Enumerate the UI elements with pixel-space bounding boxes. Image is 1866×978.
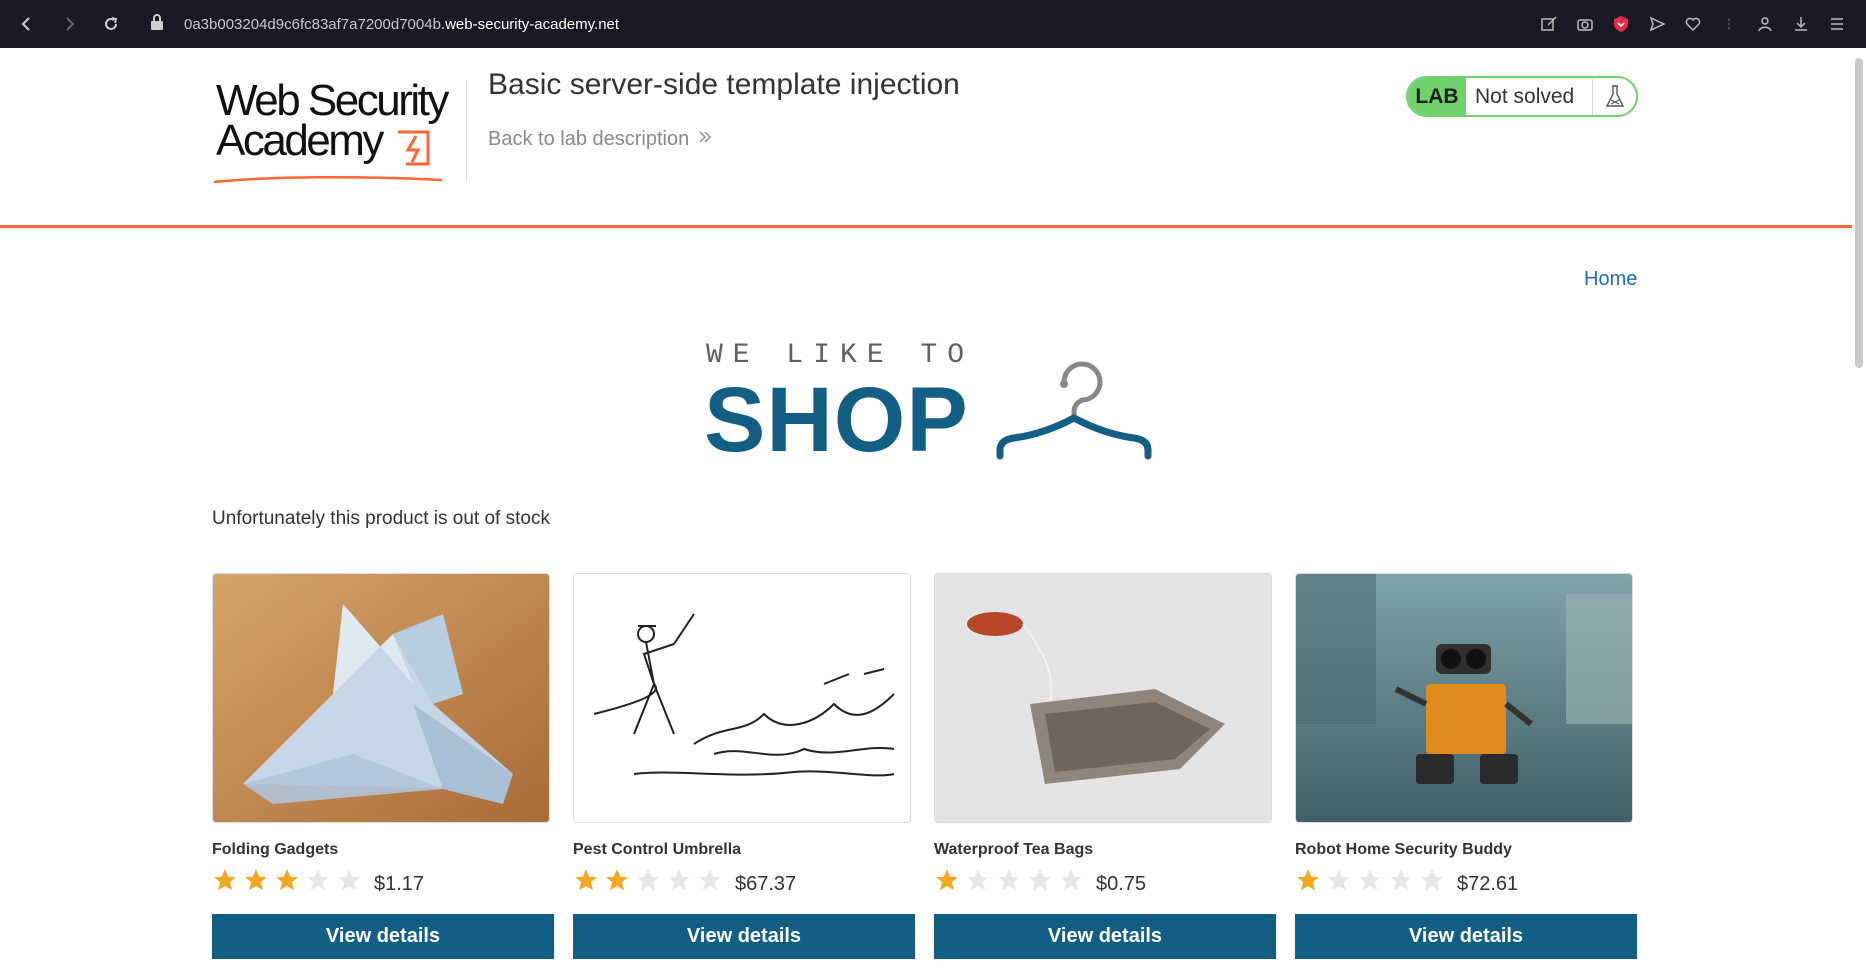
product-image[interactable] (934, 573, 1272, 823)
product-price: $1.17 (374, 872, 425, 895)
star-icon (276, 869, 298, 891)
star-icon (936, 869, 958, 891)
download-icon[interactable] (1790, 13, 1812, 35)
star-icon (668, 869, 690, 891)
star-icon (1060, 869, 1082, 891)
heart-icon[interactable] (1682, 13, 1704, 35)
camera-icon[interactable] (1574, 13, 1596, 35)
product-image[interactable] (573, 573, 911, 823)
shop-logo: WE LIKE TO SHOP (704, 340, 1154, 471)
star-icon (1328, 869, 1350, 891)
home-link[interactable]: Home (1584, 268, 1637, 291)
hanger-icon (996, 361, 1152, 460)
lab-status-widget: LAB Not solved (1406, 76, 1638, 117)
scrollbar-thumb[interactable] (1855, 58, 1863, 368)
back-link-label: Back to lab description (488, 128, 690, 150)
star-icon (967, 869, 989, 891)
product-rating: $0.75 (934, 867, 1147, 895)
star-icon (998, 869, 1020, 891)
send-icon[interactable] (1646, 13, 1668, 35)
back-icon[interactable] (16, 13, 38, 35)
view-details-button[interactable]: View details (573, 914, 915, 959)
star-icon (214, 869, 236, 891)
product-card: Waterproof Tea Bags $0.75 View details (934, 573, 1276, 959)
academy-logo[interactable]: Web Security Academy (212, 76, 462, 186)
url-text: 0a3b003204d9c6fc83af7a7200d7004b.web-sec… (184, 15, 620, 33)
logo-underline (213, 175, 443, 184)
product-price: $72.61 (1457, 872, 1519, 895)
product-name: Waterproof Tea Bags (934, 841, 1094, 858)
logo-line2: Academy (216, 116, 384, 165)
lock-icon (150, 14, 164, 34)
star-icon (575, 869, 597, 891)
product-rating: $1.17 (212, 867, 425, 895)
product-card: Folding Gadgets $1.17 View details (212, 573, 554, 959)
star-icon (338, 869, 360, 891)
bolt-icon (398, 130, 430, 166)
out-of-stock-message: Unfortunately this product is out of sto… (212, 508, 550, 529)
star-icon (307, 869, 329, 891)
view-details-button[interactable]: View details (212, 914, 554, 959)
product-name: Robot Home Security Buddy (1295, 841, 1512, 858)
product-rating: $67.37 (573, 867, 797, 895)
product-card: Pest Control Umbrella $67.37 View detail… (573, 573, 915, 959)
star-icon (245, 869, 267, 891)
view-details-button[interactable]: View details (1295, 914, 1637, 959)
star-icon (699, 869, 721, 891)
star-icon (606, 869, 628, 891)
browser-toolbar: 0a3b003204d9c6fc83af7a7200d7004b.web-sec… (0, 0, 1866, 48)
product-image[interactable] (1295, 573, 1633, 823)
header-divider (466, 80, 467, 182)
flask-icon[interactable] (1592, 78, 1636, 115)
reload-icon[interactable] (100, 13, 122, 35)
brand-tagline: WE LIKE TO (706, 340, 975, 371)
product-name: Folding Gadgets (212, 841, 339, 858)
star-icon (1297, 869, 1319, 891)
view-details-button[interactable]: View details (934, 914, 1276, 959)
product-price: $67.37 (735, 872, 797, 895)
double-chevron-right-icon (697, 128, 713, 151)
header-separator (0, 225, 1852, 228)
address-bar[interactable]: 0a3b003204d9c6fc83af7a7200d7004b.web-sec… (150, 14, 619, 34)
star-icon (637, 869, 659, 891)
brand-title: SHOP (704, 369, 969, 471)
edit-icon[interactable] (1538, 13, 1560, 35)
lab-badge: LAB (1408, 78, 1466, 115)
product-rating: $72.61 (1295, 867, 1519, 895)
shield-icon[interactable] (1610, 13, 1632, 35)
lab-title: Basic server-side template injection (488, 68, 960, 101)
forward-icon[interactable] (58, 13, 80, 35)
product-image[interactable] (212, 573, 550, 823)
star-icon (1029, 869, 1051, 891)
star-icon (1359, 869, 1381, 891)
lab-header: Web Security Academy Basic server-side t… (0, 48, 1852, 230)
star-icon (1421, 869, 1443, 891)
menu-icon[interactable] (1826, 13, 1848, 35)
star-icon (1390, 869, 1412, 891)
separator-dots (1718, 13, 1740, 35)
back-to-description-link[interactable]: Back to lab description (488, 128, 713, 151)
product-price: $0.75 (1096, 872, 1147, 895)
profile-icon[interactable] (1754, 13, 1776, 35)
product-name: Pest Control Umbrella (573, 841, 742, 858)
product-card: Robot Home Security Buddy $72.61 View de… (1295, 573, 1637, 959)
lab-status-text: Not solved (1475, 84, 1575, 108)
